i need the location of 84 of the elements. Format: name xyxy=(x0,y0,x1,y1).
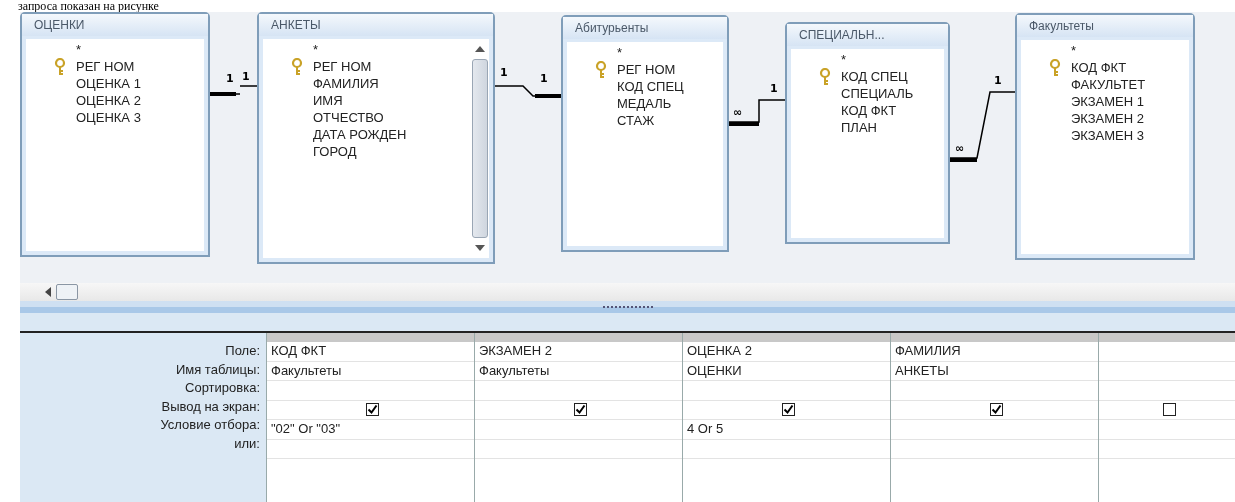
table-window[interactable]: ОЦЕНКИ * РЕГ НОМ ОЦЕНКА 1 ОЦЕНКА 2 ОЦЕНКА 3 xyxy=(20,12,210,257)
table-window[interactable]: Абитурьенты * РЕГ НОМ КОД СПЕЦ МЕДАЛЬ СТАЖ xyxy=(561,15,729,252)
field-name[interactable]: СТАЖ xyxy=(617,113,655,128)
grid-cell[interactable]: ЭКЗАМЕН 2 xyxy=(479,342,553,361)
field-name[interactable]: СПЕЦИАЛЬ xyxy=(841,86,914,101)
table-title: ОЦЕНКИ xyxy=(22,14,208,36)
field-name[interactable]: КОД СПЕЦ xyxy=(841,69,908,84)
cardinality-label: 1 xyxy=(994,74,1002,87)
grid-cell[interactable]: Факультеты xyxy=(271,361,342,380)
key-icon xyxy=(54,57,66,76)
field-name[interactable]: ФАКУЛЬТЕТ xyxy=(1071,77,1146,92)
field-name[interactable]: ЭКЗАМЕН 1 xyxy=(1071,94,1145,109)
row-label: Поле: xyxy=(224,342,260,360)
key-icon xyxy=(819,67,831,86)
grid-cell[interactable]: ОЦЕНКА 2 xyxy=(687,342,752,361)
left-arrow-icon[interactable] xyxy=(44,286,52,298)
field-name[interactable]: * xyxy=(617,45,623,60)
relationship-line xyxy=(209,85,258,96)
table-title: Абитурьенты xyxy=(563,17,727,39)
grid-cell[interactable]: АНКЕТЫ xyxy=(895,361,949,380)
field-name[interactable]: ОЦЕНКА 2 xyxy=(76,93,141,108)
scrollbar-thumb[interactable] xyxy=(56,284,78,300)
row-label: Сортировка: xyxy=(184,379,260,397)
field-name[interactable]: ДАТА РОЖДЕН xyxy=(313,127,407,142)
cardinality-label: 1 xyxy=(226,72,234,85)
scrollbar-thumb[interactable] xyxy=(472,59,488,238)
key-icon xyxy=(1049,58,1061,77)
field-name[interactable]: РЕГ НОМ xyxy=(76,59,135,74)
grid-cell[interactable]: КОД ФКТ xyxy=(271,342,327,361)
field-name[interactable]: * xyxy=(841,52,847,67)
table-title: АНКЕТЫ xyxy=(259,14,493,36)
table-title: Факультеты xyxy=(1017,15,1193,37)
row-label: или: xyxy=(233,434,260,453)
field-name[interactable]: ОЦЕНКА 3 xyxy=(76,110,141,125)
field-name[interactable]: ЭКЗАМЕН 2 xyxy=(1071,111,1145,126)
cardinality-label: 1 xyxy=(242,70,250,83)
field-name[interactable]: РЕГ НОМ xyxy=(617,62,676,77)
field-name[interactable]: ИМЯ xyxy=(313,93,343,108)
field-name[interactable]: ЭКЗАМЕН 3 xyxy=(1071,128,1145,143)
relationship-line xyxy=(728,99,786,126)
cardinality-label: 1 xyxy=(770,82,778,95)
grid-cell[interactable]: 4 Or 5 xyxy=(687,420,724,439)
down-arrow-icon[interactable] xyxy=(474,244,486,252)
row-label: Вывод на экран: xyxy=(160,397,260,416)
row-label: Условие отбора: xyxy=(159,416,260,434)
table-window[interactable]: Факультеты * КОД ФКТ ФАКУЛЬТЕТ ЭКЗАМЕН 1 ЭКЗАМЕН 2 ЭКЗАМЕН 3 xyxy=(1015,13,1195,260)
row-label: Имя таблицы: xyxy=(174,360,260,379)
cardinality-label: 1 xyxy=(540,72,548,85)
field-name[interactable]: КОД СПЕЦ xyxy=(617,79,684,94)
field-name[interactable]: ОТЧЕСТВО xyxy=(313,110,384,125)
field-name[interactable]: ПЛАН xyxy=(841,120,877,135)
field-name[interactable]: ФАМИЛИЯ xyxy=(313,76,379,91)
splitter-bar[interactable] xyxy=(20,301,1235,333)
table-window[interactable]: АНКЕТЫ * РЕГ НОМ ФАМИЛИЯ ИМЯ ОТЧЕСТВО ДАТА РОЖДЕН ГОРОД xyxy=(257,12,495,264)
show-checkbox[interactable] xyxy=(782,403,795,417)
caption-text: запроса показан на рисунке xyxy=(17,0,160,12)
grid-cell[interactable]: Факультеты xyxy=(479,361,550,380)
cardinality-label: ∞ xyxy=(955,142,965,155)
grid-cell[interactable]: ОЦЕНКИ xyxy=(687,361,742,380)
show-checkbox[interactable] xyxy=(990,403,1003,417)
cardinality-label: 1 xyxy=(500,66,508,79)
field-name[interactable]: КОД ФКТ xyxy=(1071,60,1127,75)
relationship-line xyxy=(949,91,1016,162)
cardinality-label: ∞ xyxy=(733,106,743,119)
field-name[interactable]: * xyxy=(313,42,319,57)
key-icon xyxy=(595,60,607,79)
field-name[interactable]: РЕГ НОМ xyxy=(313,59,372,74)
table-window[interactable]: СПЕЦИАЛЬН... * КОД СПЕЦ СПЕЦИАЛЬ КОД ФКТ ПЛАН xyxy=(785,22,950,244)
field-name[interactable]: * xyxy=(76,42,82,57)
table-title: СПЕЦИАЛЬН... xyxy=(787,24,948,46)
horizontal-scrollbar[interactable] xyxy=(20,283,1235,301)
field-name[interactable]: ГОРОД xyxy=(313,144,357,159)
grid-cell[interactable]: "02" Or "03" xyxy=(271,420,341,439)
relationship-line xyxy=(494,85,562,98)
up-arrow-icon[interactable] xyxy=(474,45,486,53)
grid-cell[interactable]: ФАМИЛИЯ xyxy=(895,342,961,361)
show-checkbox[interactable] xyxy=(366,403,379,417)
show-checkbox[interactable] xyxy=(1162,403,1176,417)
key-icon xyxy=(291,57,303,76)
field-name[interactable]: * xyxy=(1071,43,1077,58)
field-name[interactable]: МЕДАЛЬ xyxy=(617,96,672,111)
field-name[interactable]: ОЦЕНКА 1 xyxy=(76,76,141,91)
show-checkbox[interactable] xyxy=(574,403,587,417)
field-name[interactable]: КОД ФКТ xyxy=(841,103,897,118)
